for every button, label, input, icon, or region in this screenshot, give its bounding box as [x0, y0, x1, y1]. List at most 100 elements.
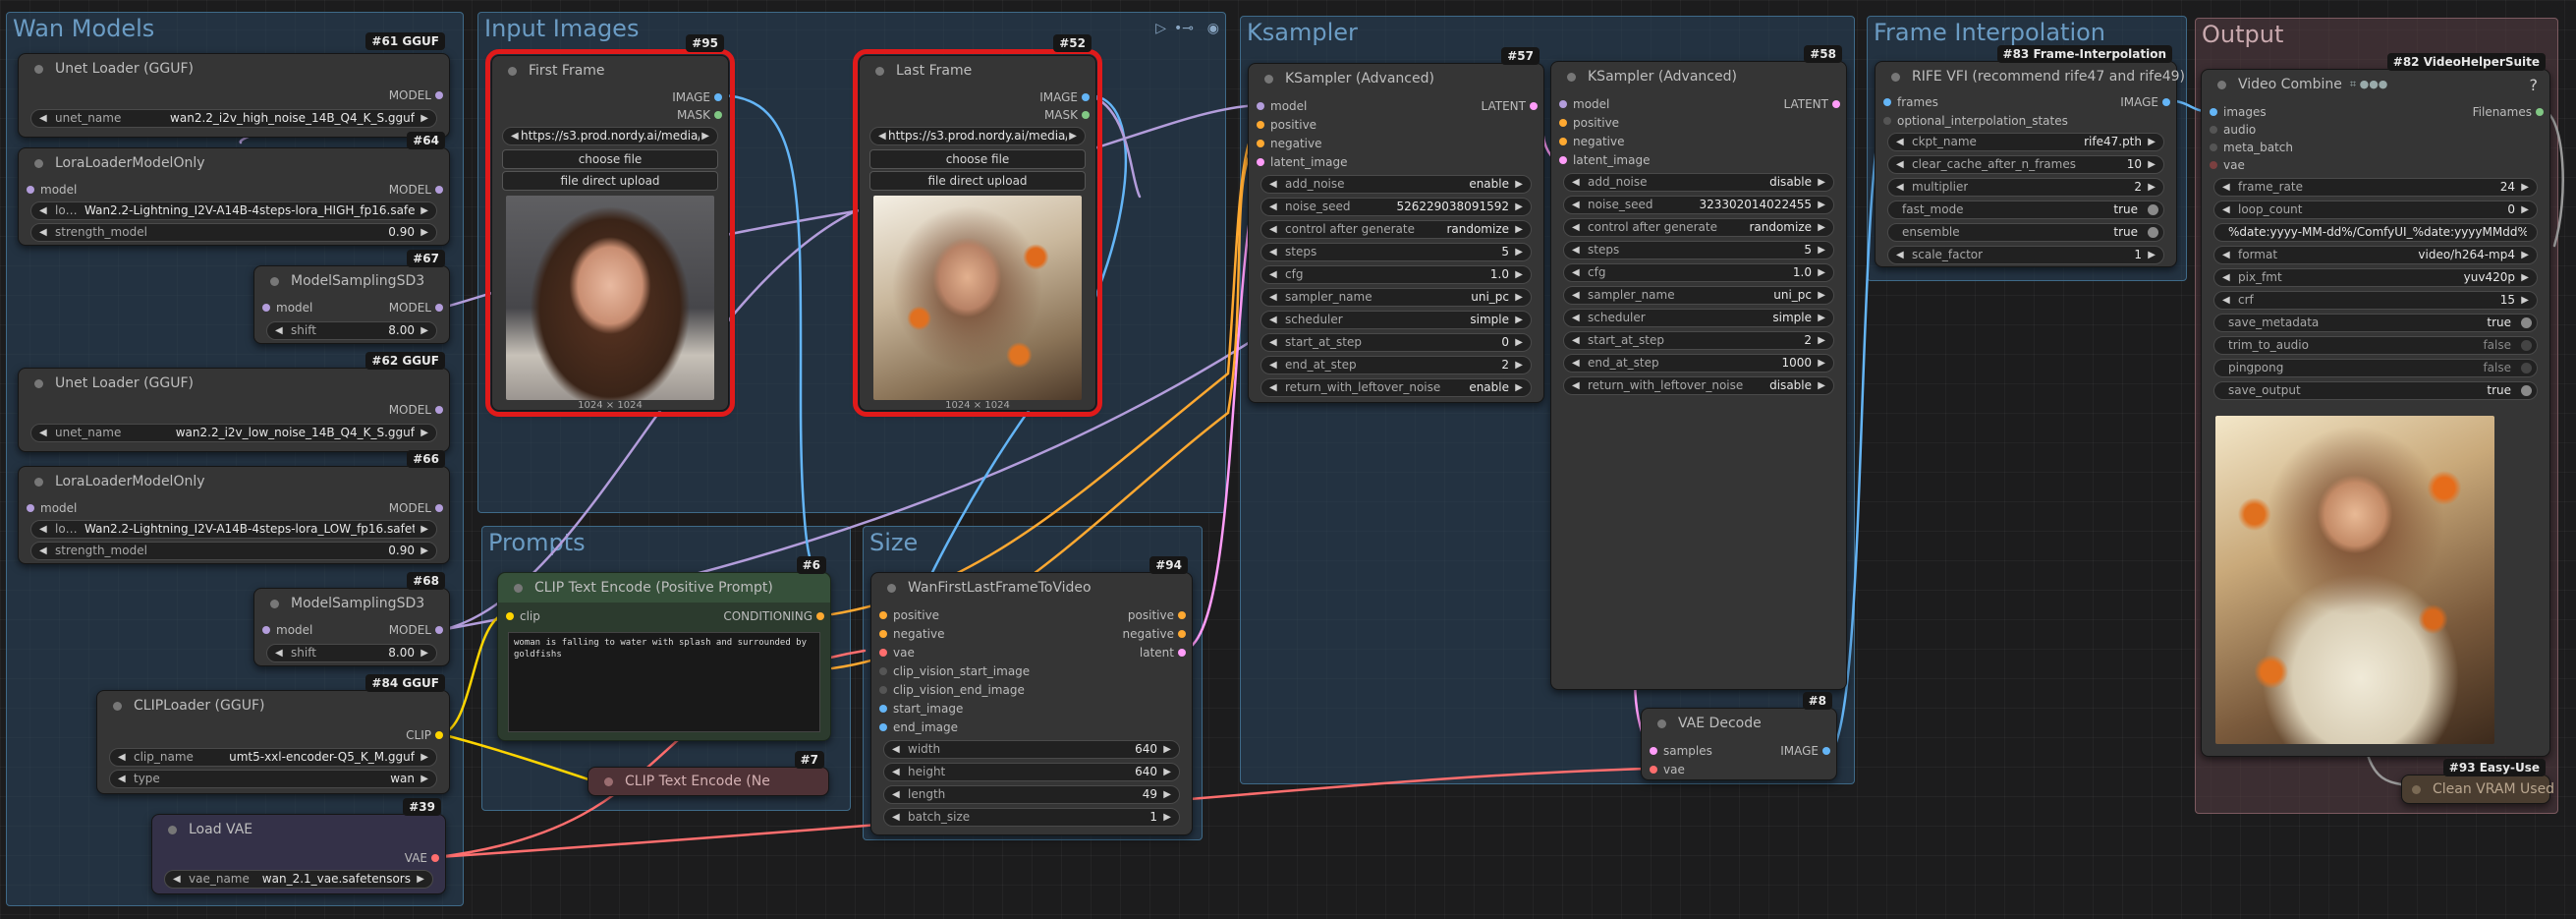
output-pin-icon[interactable]	[435, 731, 443, 739]
arrow-left-icon[interactable]: ◀	[1896, 247, 1904, 263]
arrow-right-icon[interactable]: ▶	[420, 425, 428, 441]
toggle-knob-icon[interactable]	[2521, 340, 2532, 351]
node-header[interactable]: Load VAE	[152, 815, 445, 844]
arrow-left-icon[interactable]: ◀	[892, 809, 900, 826]
arrow-right-icon[interactable]: ▶	[1069, 128, 1077, 144]
arrow-left-icon[interactable]: ◀	[1572, 264, 1580, 281]
lora-name-widget[interactable]: ◀ lo… Wan2.2-Lightning_I2V-A14B-4steps-lor…	[30, 520, 437, 539]
steps-widget[interactable]: ◀ steps 5 ▶	[1260, 243, 1532, 261]
shift-widget[interactable]: ◀ shift 8.00 ▶	[266, 644, 437, 662]
format-widget[interactable]: ◀ format video/h264-mp4 ▶	[2213, 246, 2538, 264]
arrow-right-icon[interactable]: ▶	[420, 224, 428, 241]
output-pin-icon[interactable]	[1822, 747, 1830, 755]
node-header[interactable]: KSampler (Advanced)	[1249, 64, 1543, 93]
arrow-right-icon[interactable]: ▶	[1163, 741, 1171, 758]
node-header[interactable]: Clean VRAM Used	[2402, 775, 2554, 803]
input-pin-icon[interactable]	[879, 705, 887, 713]
output-pin-icon[interactable]	[435, 186, 443, 194]
filename-prefix-input[interactable]: %date:yyyy-MM-dd%/ComfyUI_%date:yyyyMMdd…	[2213, 223, 2538, 242]
input-pin-icon[interactable]	[1559, 100, 1567, 108]
arrow-right-icon[interactable]: ▶	[2521, 292, 2529, 309]
node-header[interactable]: Video Combine ⌗ ●●●?	[2202, 70, 2549, 99]
node-header[interactable]: LoraLoaderModelOnly	[19, 148, 449, 178]
play-icon[interactable]: ▷	[1155, 21, 1166, 36]
output-pin-icon[interactable]	[435, 626, 443, 634]
output-pin-icon[interactable]	[1832, 100, 1840, 108]
arrow-right-icon[interactable]: ▶	[1818, 242, 1825, 258]
node-clip-text-encode-positive[interactable]: #6 CLIP Text Encode (Positive Prompt) cl…	[497, 556, 831, 741]
collapse-dot-icon[interactable]	[1264, 74, 1273, 84]
length-widget[interactable]: ◀ length 49 ▶	[883, 785, 1180, 804]
arrow-right-icon[interactable]: ▶	[2521, 179, 2529, 196]
batch-size-widget[interactable]: ◀ batch_size 1 ▶	[883, 808, 1180, 827]
output-pin-icon[interactable]	[714, 111, 722, 119]
output-pin-icon[interactable]	[435, 504, 443, 512]
node-header[interactable]: LoraLoaderModelOnly	[19, 467, 449, 496]
loop-count-widget[interactable]: ◀ loop_count 0 ▶	[2213, 201, 2538, 219]
vae-name-widget[interactable]: ◀ vae_name wan_2.1_vae.safetensors ▶	[164, 870, 433, 889]
arrow-left-icon[interactable]: ◀	[173, 871, 181, 888]
arrow-left-icon[interactable]: ◀	[2222, 269, 2230, 286]
collapse-dot-icon[interactable]	[113, 701, 122, 711]
arrow-right-icon[interactable]: ▶	[2148, 156, 2156, 173]
arrow-right-icon[interactable]: ▶	[1163, 786, 1171, 803]
arrow-right-icon[interactable]: ▶	[2148, 134, 2156, 150]
type-widget[interactable]: ◀ type wan ▶	[109, 770, 437, 788]
arrow-left-icon[interactable]: ◀	[1269, 334, 1277, 351]
arrow-left-icon[interactable]: ◀	[1269, 266, 1277, 283]
input-pin-icon[interactable]	[1650, 766, 1657, 774]
arrow-left-icon[interactable]: ◀	[2222, 247, 2230, 263]
output-pin-icon[interactable]	[2536, 108, 2544, 116]
arrow-left-icon[interactable]: ◀	[275, 645, 283, 661]
pix-fmt-widget[interactable]: ◀ pix_fmt yuv420p ▶	[2213, 268, 2538, 287]
input-pin-icon[interactable]	[1559, 156, 1567, 164]
output-pin-icon[interactable]	[1530, 102, 1538, 110]
arrow-left-icon[interactable]: ◀	[1269, 176, 1277, 193]
strength-model-widget[interactable]: ◀ strength_model 0.90 ▶	[30, 542, 437, 560]
arrow-left-icon[interactable]: ◀	[1896, 179, 1904, 196]
input-pin-icon[interactable]	[1257, 121, 1264, 129]
node-unet-loader-low[interactable]: #62 GGUF Unet Loader (GGUF) MODEL ◀ unet_…	[18, 352, 450, 452]
input-pin-icon[interactable]	[1883, 98, 1891, 106]
node-header[interactable]: First Frame	[492, 56, 728, 86]
input-pin-icon[interactable]	[27, 186, 34, 194]
file-upload-button[interactable]: file direct upload	[869, 171, 1086, 191]
arrow-right-icon[interactable]: ▶	[1515, 357, 1523, 373]
node-model-sampling-high[interactable]: #67 ModelSamplingSD3 model MODEL ◀ shift 8.…	[253, 250, 450, 344]
arrow-left-icon[interactable]: ◀	[39, 110, 47, 127]
arrow-left-icon[interactable]: ◀	[1269, 221, 1277, 238]
node-header[interactable]: CLIPLoader (GGUF)	[97, 691, 449, 720]
start-at-step-widget[interactable]: ◀ start_at_step 2 ▶	[1563, 331, 1834, 350]
arrow-right-icon[interactable]: ▶	[1515, 266, 1523, 283]
arrow-right-icon[interactable]: ▶	[2521, 269, 2529, 286]
toggle-knob-icon[interactable]	[2148, 204, 2158, 215]
collapse-dot-icon[interactable]	[2412, 784, 2421, 794]
output-pin-icon[interactable]	[435, 304, 443, 312]
arrow-right-icon[interactable]: ▶	[2148, 179, 2156, 196]
arrow-right-icon[interactable]: ▶	[701, 128, 709, 144]
node-header[interactable]: KSampler (Advanced)	[1551, 62, 1846, 91]
pingpong-toggle[interactable]: pingpong false	[2213, 359, 2538, 377]
prompt-textarea[interactable]: woman is falling to water with splash an…	[508, 632, 820, 732]
arrow-left-icon[interactable]: ◀	[2222, 292, 2230, 309]
control-after-generate-widget[interactable]: ◀ control after generate randomize ▶	[1563, 218, 1834, 237]
arrow-right-icon[interactable]: ▶	[1818, 174, 1825, 191]
control-after-generate-widget[interactable]: ◀ control after generate randomize ▶	[1260, 220, 1532, 239]
output-pin-icon[interactable]	[1178, 649, 1186, 657]
arrow-right-icon[interactable]: ▶	[417, 871, 424, 888]
node-ksampler-advanced-high[interactable]: #57 KSampler (Advanced) model LATENT posi…	[1248, 47, 1544, 403]
input-pin-icon[interactable]	[2210, 108, 2217, 116]
input-pin-icon[interactable]	[1559, 138, 1567, 145]
input-pin-icon[interactable]	[2210, 144, 2217, 151]
clear-cache-widget[interactable]: ◀ clear_cache_after_n_frames 10 ▶	[1887, 155, 2164, 174]
arrow-left-icon[interactable]: ◀	[892, 764, 900, 780]
arrow-left-icon[interactable]: ◀	[118, 749, 126, 766]
arrow-right-icon[interactable]: ▶	[1515, 312, 1523, 328]
choose-file-button[interactable]: choose file	[502, 149, 718, 169]
input-pin-icon[interactable]	[879, 630, 887, 638]
node-lora-loader-high[interactable]: #64 LoraLoaderModelOnly model MODEL ◀ lo… W…	[18, 132, 450, 246]
arrow-right-icon[interactable]: ▶	[1818, 332, 1825, 349]
ckpt-name-widget[interactable]: ◀ ckpt_name rife47.pth ▶	[1887, 133, 2164, 151]
arrow-right-icon[interactable]: ▶	[1163, 809, 1171, 826]
output-pin-icon[interactable]	[1082, 111, 1090, 119]
